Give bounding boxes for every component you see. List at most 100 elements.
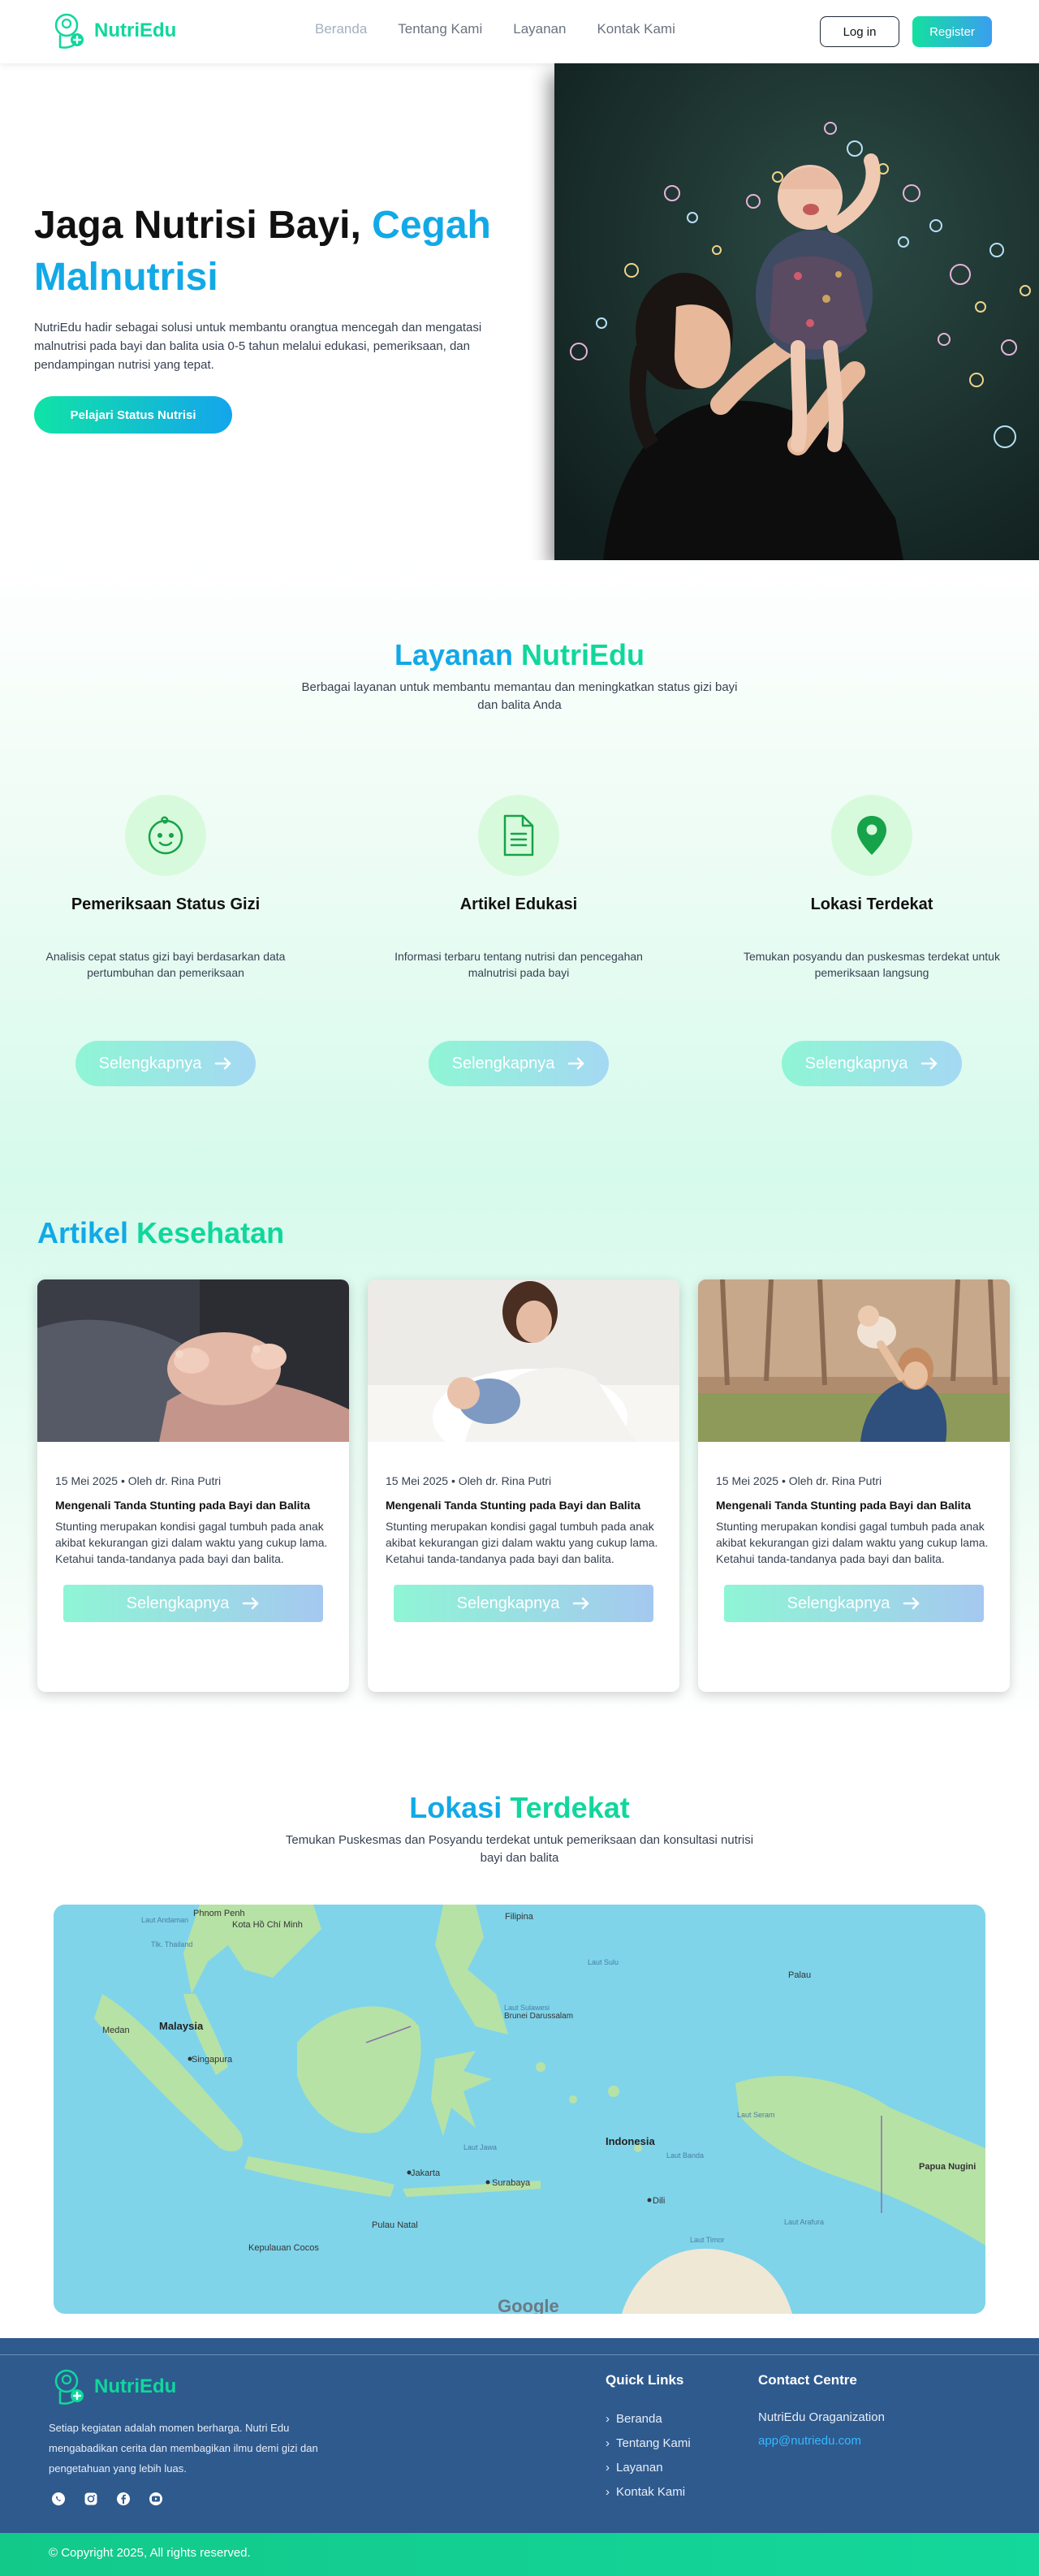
quick-links-title: Quick Links (606, 2372, 684, 2388)
map-label-laut-sulawesi: Laut Sulawesi (504, 2004, 550, 2012)
map-label-pulau-natal: Pulau Natal (372, 2220, 418, 2230)
chevron-right-icon: › (606, 2460, 610, 2475)
copyright-text: © Copyright 2025, All rights reserved. (49, 2546, 251, 2560)
services-subtitle: Berbagai layanan untuk membantu memantau… (301, 680, 738, 712)
quick-link-kontak-kami[interactable]: › Kontak Kami (606, 2479, 691, 2504)
article-image (698, 1279, 1010, 1442)
baby-face-icon (125, 795, 206, 876)
article-more-button[interactable]: Selengkapnya (394, 1585, 653, 1622)
contact-title: Contact Centre (758, 2372, 857, 2388)
article-card[interactable]: 15 Mei 2025 • Oleh dr. Rina Putri Mengen… (368, 1279, 679, 1692)
nav-link-layanan[interactable]: Layanan (513, 21, 566, 37)
map-label-laut-timor: Laut Timor (690, 2236, 725, 2244)
footer-brand[interactable]: NutriEdu (52, 2367, 176, 2406)
map-label-medan: Medan (102, 2026, 130, 2035)
youtube-icon[interactable] (148, 2491, 164, 2507)
article-card[interactable]: 15 Mei 2025 • Oleh dr. Rina Putri Mengen… (698, 1279, 1010, 1692)
contact-organization: NutriEdu Oraganization (758, 2410, 885, 2424)
copyright-bar: © Copyright 2025, All rights reserved. (0, 2533, 1039, 2576)
contact-email-link[interactable]: app@nutriedu.com (758, 2434, 861, 2448)
nav-link-beranda[interactable]: Beranda (315, 21, 367, 37)
hero-description: NutriEdu hadir sebagai solusi untuk memb… (34, 321, 482, 372)
service-more-label: Selengkapnya (98, 1054, 202, 1072)
facebook-icon[interactable] (115, 2491, 131, 2507)
article-meta: 15 Mei 2025 • Oleh dr. Rina Putri (716, 1474, 882, 1487)
service-title: Artikel Edukasi (459, 895, 578, 913)
chevron-right-icon: › (606, 2411, 610, 2426)
article-meta: 15 Mei 2025 • Oleh dr. Rina Putri (386, 1474, 552, 1487)
footer-description: Setiap kegiatan adalah momen berharga. N… (49, 2422, 318, 2475)
quick-link-label: Layanan (616, 2460, 663, 2475)
map-embed[interactable]: Phnom Penh Kota Hồ Chí Minh Tlk. Thailan… (54, 1905, 985, 2314)
articles-section: Artikel Kesehatan 15 Mei 2025 • Oleh dr.… (0, 1177, 1039, 1729)
map-label-hcmc: Kota Hồ Chí Minh (232, 1920, 303, 1930)
service-more-label: Selengkapnya (804, 1054, 908, 1072)
whatsapp-icon[interactable] (50, 2491, 67, 2507)
map-label-malaysia: Malaysia (159, 2020, 204, 2032)
brand-logo[interactable]: NutriEdu (52, 11, 176, 50)
services-title: Layanan NutriEdu (0, 638, 1039, 672)
nav-links: Beranda Tentang Kami Layanan Kontak Kami (315, 21, 675, 37)
service-more-button[interactable]: Selengkapnya (782, 1041, 962, 1086)
nav-link-tentang-kami[interactable]: Tentang Kami (398, 21, 482, 37)
quick-link-label: Kontak Kami (616, 2484, 686, 2499)
arrow-right-icon (243, 1597, 260, 1610)
article-more-label: Selengkapnya (787, 1594, 890, 1612)
google-watermark: Google (498, 2296, 559, 2314)
hero-cta-button[interactable]: Pelajari Status Nutrisi (34, 396, 232, 434)
map-label-laut-banda: Laut Banda (666, 2151, 704, 2160)
arrow-right-icon (568, 1057, 585, 1070)
quick-link-beranda[interactable]: › Beranda (606, 2406, 691, 2431)
hero-title: Jaga Nutrisi Bayi, Cegah Malnutrisi (34, 200, 521, 304)
map-label-singapura: Singapura (192, 2055, 233, 2065)
login-button[interactable]: Log in (820, 16, 899, 47)
services-title-part2: NutriEdu (521, 638, 645, 671)
location-pin-icon (831, 795, 912, 876)
article-excerpt: Stunting merupakan kondisi gagal tumbuh … (386, 1520, 658, 1565)
map-label-laut-arafura: Laut Arafura (784, 2218, 824, 2226)
map-label-gulf: Tlk. Thailand (151, 1940, 192, 1948)
quick-link-layanan[interactable]: › Layanan (606, 2455, 691, 2479)
article-image (368, 1279, 679, 1442)
map-label-dili: Dili (653, 2196, 665, 2206)
article-more-button[interactable]: Selengkapnya (63, 1585, 323, 1622)
service-title: Pemeriksaan Status Gizi (71, 895, 261, 913)
location-title-part1: Lokasi (409, 1791, 511, 1824)
service-more-label: Selengkapnya (451, 1054, 555, 1072)
map-label-filipina: Filipina (505, 1912, 534, 1922)
quick-link-tentang-kami[interactable]: › Tentang Kami (606, 2431, 691, 2455)
nutriedu-logo-icon (54, 2369, 84, 2405)
articles-title: Artikel Kesehatan (37, 1216, 284, 1250)
service-title: Lokasi Terdekat (810, 895, 933, 913)
article-excerpt: Stunting merupakan kondisi gagal tumbuh … (55, 1520, 328, 1565)
hero-image (554, 63, 1039, 560)
footer-divider (0, 2354, 1039, 2355)
map-label-brunei: Brunei Darussalam (504, 2012, 573, 2021)
quick-link-label: Tentang Kami (616, 2436, 691, 2450)
articles-title-part2: Kesehatan (136, 1216, 285, 1249)
service-more-button[interactable]: Selengkapnya (429, 1041, 609, 1086)
article-more-button[interactable]: Selengkapnya (724, 1585, 984, 1622)
instagram-icon[interactable] (83, 2491, 99, 2507)
service-more-button[interactable]: Selengkapnya (75, 1041, 256, 1086)
chevron-right-icon: › (606, 2484, 610, 2499)
article-excerpt: Stunting merupakan kondisi gagal tumbuh … (716, 1520, 989, 1565)
document-icon (478, 795, 559, 876)
nav-link-kontak-kami[interactable]: Kontak Kami (597, 21, 675, 37)
quick-link-label: Beranda (616, 2411, 662, 2426)
article-meta: 15 Mei 2025 • Oleh dr. Rina Putri (55, 1474, 222, 1487)
article-card[interactable]: 15 Mei 2025 • Oleh dr. Rina Putri Mengen… (37, 1279, 349, 1692)
arrow-right-icon (215, 1057, 232, 1070)
article-more-label: Selengkapnya (456, 1594, 560, 1612)
map-label-jakarta: Jakarta (411, 2168, 441, 2178)
location-title-part2: Terdekat (510, 1791, 630, 1824)
register-button[interactable]: Register (912, 16, 992, 47)
article-title: Mengenali Tanda Stunting pada Bayi dan B… (55, 1499, 311, 1512)
map-label-papua: Papua Nugini (919, 2162, 976, 2172)
map-label-laut-sulu: Laut Sulu (588, 1958, 619, 1966)
location-title: Lokasi Terdekat (0, 1791, 1039, 1825)
articles-title-part1: Artikel (37, 1216, 137, 1249)
footer: NutriEdu Setiap kegiatan adalah momen be… (0, 2338, 1039, 2576)
map-label-palau: Palau (788, 1970, 811, 1980)
quick-links: › Beranda › Tentang Kami › Layanan › Kontak … (606, 2406, 691, 2504)
